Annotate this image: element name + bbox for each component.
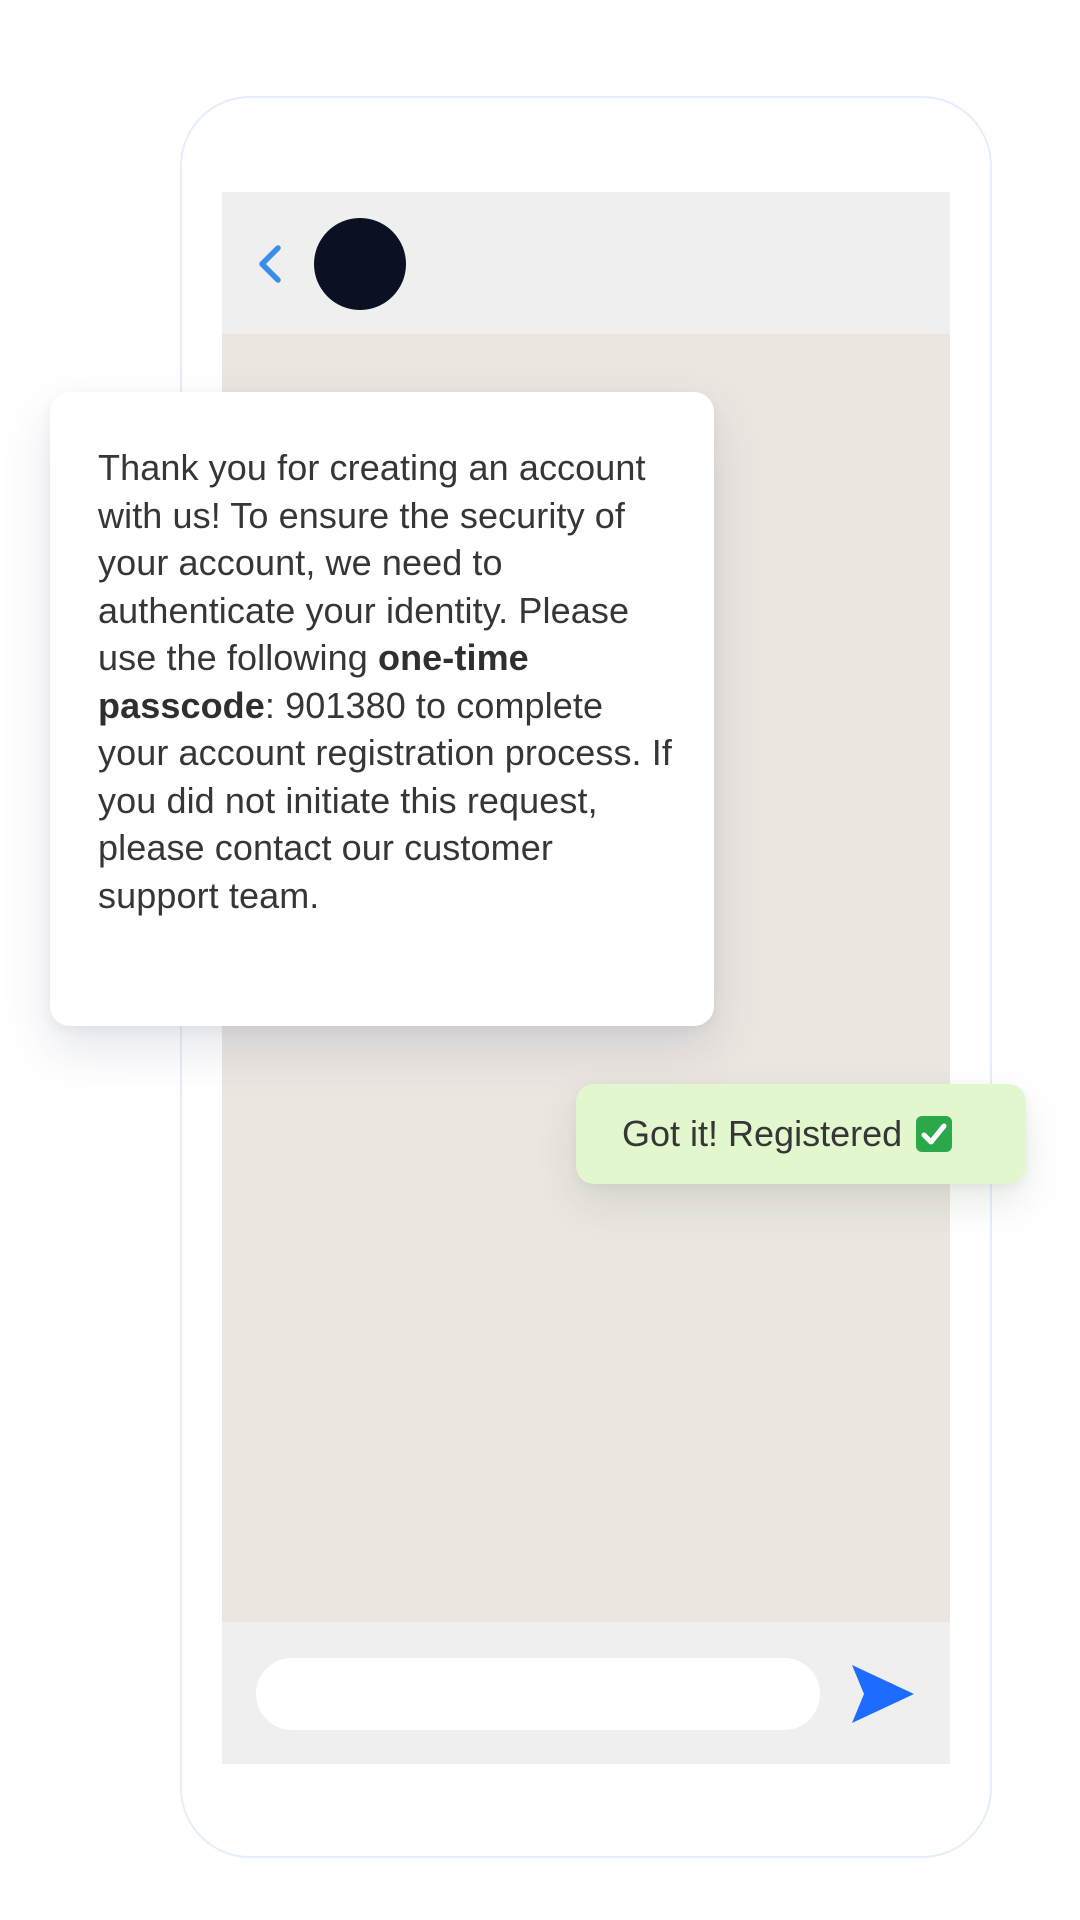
page: Thank you for creating an account with u… (0, 0, 1080, 1920)
outgoing-message-text: Got it! Registered (622, 1113, 903, 1154)
incoming-text-part: Thank you for creating an account with u… (98, 447, 646, 678)
composer (222, 1622, 950, 1764)
outgoing-message-bubble: Got it! Registered (576, 1084, 1026, 1184)
avatar[interactable] (314, 218, 406, 310)
chat-header (222, 192, 950, 334)
send-button[interactable] (846, 1658, 920, 1730)
incoming-message-bubble: Thank you for creating an account with u… (50, 392, 714, 1026)
send-icon (852, 1665, 914, 1723)
message-input[interactable] (256, 1658, 820, 1730)
chevron-left-icon[interactable] (252, 242, 288, 286)
incoming-message-text: Thank you for creating an account with u… (98, 444, 674, 919)
check-box-icon (914, 1114, 954, 1154)
